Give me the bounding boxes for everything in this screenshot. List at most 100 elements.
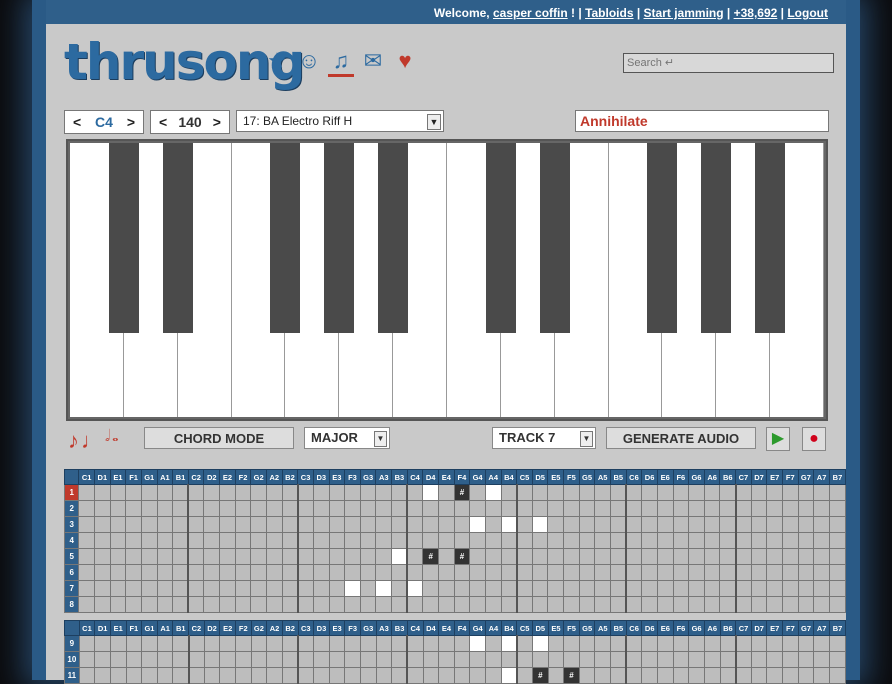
grid-cell[interactable] bbox=[782, 548, 799, 565]
grid-cell-note[interactable] bbox=[500, 635, 518, 652]
grid-cell[interactable] bbox=[610, 651, 627, 668]
grid-cell[interactable] bbox=[719, 500, 737, 517]
grid-cell[interactable] bbox=[266, 484, 283, 501]
grid-cell[interactable] bbox=[578, 500, 596, 517]
grid-cell[interactable] bbox=[156, 532, 174, 549]
grid-cell[interactable] bbox=[156, 667, 174, 684]
grid-cell[interactable] bbox=[203, 516, 221, 533]
logout-link[interactable]: Logout bbox=[787, 6, 828, 20]
grid-cell[interactable] bbox=[672, 516, 690, 533]
grid-cell[interactable] bbox=[109, 596, 127, 613]
grid-cell-note[interactable]: # bbox=[563, 667, 580, 684]
start-jamming-link[interactable]: Start jamming bbox=[644, 6, 724, 20]
grid-cell[interactable] bbox=[828, 564, 847, 581]
grid-cell[interactable] bbox=[750, 667, 768, 684]
grid-cell[interactable] bbox=[453, 635, 471, 652]
search-input[interactable] bbox=[623, 53, 834, 73]
grid-cell[interactable] bbox=[828, 651, 847, 668]
grid-cell[interactable] bbox=[625, 564, 643, 581]
grid-cell[interactable] bbox=[422, 635, 440, 652]
grid-cell[interactable] bbox=[422, 516, 440, 533]
grid-cell[interactable] bbox=[797, 516, 815, 533]
grid-cell[interactable] bbox=[688, 516, 705, 533]
grid-cell[interactable] bbox=[813, 484, 830, 501]
grid-cell[interactable] bbox=[657, 651, 674, 668]
grid-cell[interactable] bbox=[625, 635, 643, 652]
grid-cell[interactable] bbox=[719, 667, 737, 684]
grid-cell[interactable] bbox=[563, 484, 580, 501]
grid-cell[interactable] bbox=[359, 564, 377, 581]
grid-cell-note[interactable] bbox=[422, 484, 440, 501]
grid-cell[interactable] bbox=[484, 548, 502, 565]
grid-cell[interactable] bbox=[266, 500, 283, 517]
grid-cell[interactable] bbox=[328, 532, 346, 549]
grid-cell[interactable] bbox=[344, 667, 361, 684]
grid-cell[interactable] bbox=[766, 564, 783, 581]
grid-cell[interactable] bbox=[78, 596, 96, 613]
grid-cell[interactable] bbox=[734, 564, 752, 581]
grid-cell[interactable] bbox=[766, 516, 783, 533]
grid-cell-note[interactable] bbox=[406, 580, 424, 597]
grid-cell[interactable] bbox=[625, 580, 643, 597]
grid-cell[interactable] bbox=[750, 548, 768, 565]
grid-cell[interactable] bbox=[391, 532, 408, 549]
grid-cell[interactable] bbox=[797, 500, 815, 517]
grid-cell[interactable] bbox=[438, 548, 455, 565]
grid-cell[interactable] bbox=[563, 564, 580, 581]
grid-cell[interactable] bbox=[531, 580, 549, 597]
grid-cell[interactable] bbox=[547, 580, 565, 597]
grid-cell[interactable] bbox=[266, 532, 283, 549]
grid-cell[interactable] bbox=[281, 651, 299, 668]
grid-cell[interactable] bbox=[563, 516, 580, 533]
grid-cell[interactable] bbox=[375, 596, 393, 613]
grid-cell[interactable] bbox=[656, 564, 674, 581]
whole-note-icon[interactable]: 𝅝 bbox=[112, 428, 118, 454]
grid-cell[interactable] bbox=[610, 532, 627, 549]
grid-cell[interactable] bbox=[766, 532, 783, 549]
grid-cell[interactable] bbox=[187, 635, 205, 652]
grid-cell[interactable] bbox=[594, 564, 611, 581]
piano-black-key[interactable] bbox=[755, 143, 786, 333]
grid-cell[interactable] bbox=[610, 564, 627, 581]
grid-cell[interactable] bbox=[782, 500, 799, 517]
grid-cell[interactable] bbox=[296, 580, 314, 597]
grid-cell[interactable] bbox=[782, 580, 799, 597]
grid-cell[interactable] bbox=[719, 651, 737, 668]
grid-cell[interactable] bbox=[250, 548, 267, 565]
grid-cell[interactable] bbox=[156, 484, 174, 501]
grid-cell[interactable] bbox=[453, 667, 471, 684]
grid-cell[interactable] bbox=[234, 532, 252, 549]
grid-cell[interactable] bbox=[484, 580, 502, 597]
grid-cell[interactable] bbox=[672, 596, 690, 613]
grid-cell[interactable] bbox=[359, 596, 377, 613]
grid-cell[interactable] bbox=[296, 564, 314, 581]
grid-cell[interactable] bbox=[406, 516, 424, 533]
grid-cell[interactable] bbox=[250, 500, 267, 517]
grid-cell[interactable] bbox=[610, 500, 627, 517]
grid-cell[interactable] bbox=[734, 484, 752, 501]
grid-cell[interactable] bbox=[719, 516, 737, 533]
grid-cell[interactable] bbox=[250, 596, 267, 613]
grid-cell[interactable] bbox=[296, 516, 314, 533]
grid-cell[interactable] bbox=[172, 516, 189, 533]
grid-cell[interactable] bbox=[391, 516, 408, 533]
grid-cell[interactable] bbox=[515, 651, 533, 668]
grid-cell[interactable] bbox=[344, 635, 361, 652]
grid-cell[interactable] bbox=[422, 564, 440, 581]
grid-cell[interactable] bbox=[406, 667, 424, 684]
grid-cell[interactable] bbox=[94, 532, 111, 549]
grid-cell[interactable] bbox=[250, 667, 268, 684]
grid-cell[interactable] bbox=[734, 596, 752, 613]
grid-cell[interactable] bbox=[703, 532, 721, 549]
grid-cell[interactable] bbox=[78, 580, 96, 597]
grid-cell[interactable] bbox=[500, 532, 518, 549]
grid-cell[interactable] bbox=[156, 564, 174, 581]
grid-cell-note[interactable] bbox=[375, 580, 393, 597]
grid-cell[interactable] bbox=[219, 548, 236, 565]
grid-cell-note[interactable] bbox=[469, 516, 486, 533]
grid-cell[interactable] bbox=[438, 516, 455, 533]
grid-cell[interactable] bbox=[453, 516, 471, 533]
grid-cell[interactable] bbox=[422, 580, 440, 597]
grid-cell[interactable] bbox=[625, 548, 643, 565]
grid-cell[interactable] bbox=[266, 548, 283, 565]
